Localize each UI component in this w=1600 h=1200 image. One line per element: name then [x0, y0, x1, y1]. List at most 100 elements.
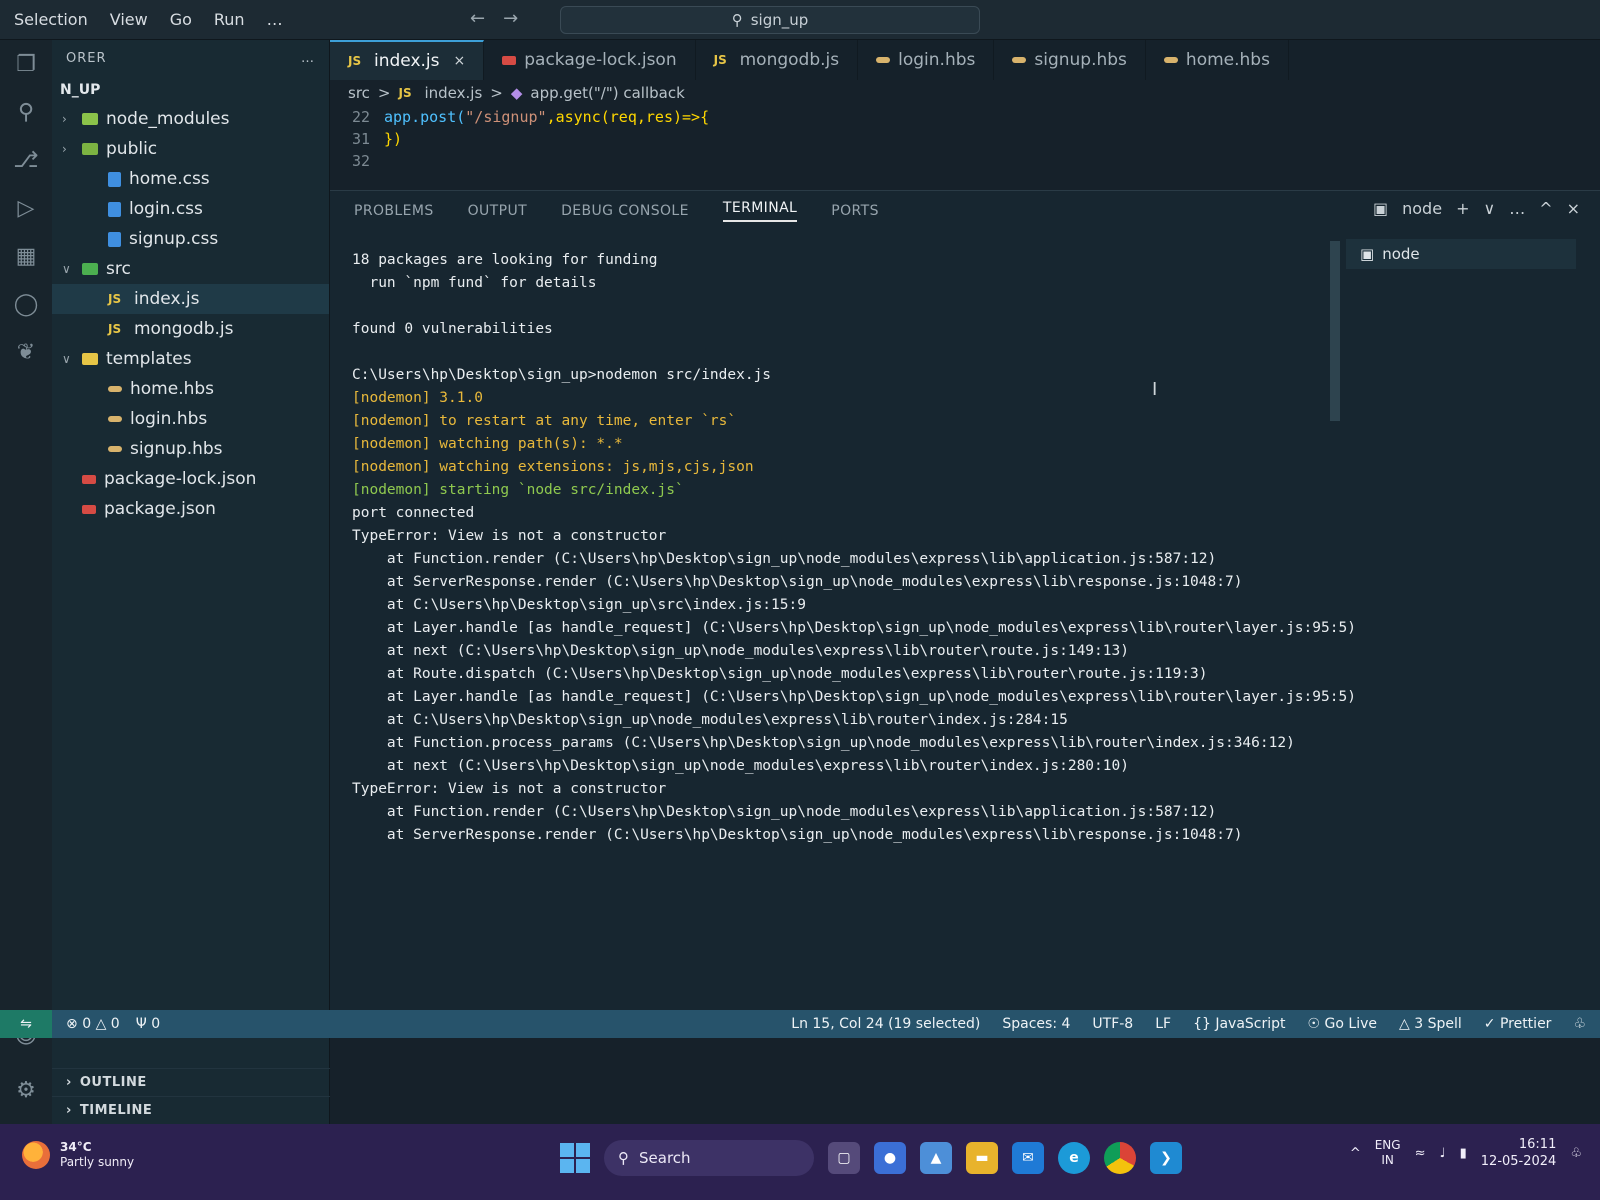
chrome-icon[interactable]: [1104, 1142, 1136, 1174]
tree-item[interactable]: ∨ src: [52, 254, 329, 284]
photos-icon[interactable]: ▲: [920, 1142, 952, 1174]
tab-output[interactable]: OUTPUT: [468, 203, 527, 219]
code-view[interactable]: 22 app.post( "/signup" ,async(req,res)=>…: [330, 106, 1600, 172]
prettier-indicator[interactable]: ✓ Prettier: [1484, 1016, 1552, 1032]
bell-icon[interactable]: ♧: [1573, 1016, 1586, 1032]
notification-bell-icon[interactable]: ♧: [1570, 1146, 1582, 1161]
edge-icon[interactable]: e: [1058, 1142, 1090, 1174]
run-debug-icon[interactable]: ▷: [0, 184, 52, 232]
weather-desc: Partly sunny: [60, 1155, 135, 1169]
menu-go[interactable]: Go: [170, 10, 192, 29]
tree-item[interactable]: package-lock.json: [52, 464, 329, 494]
close-icon[interactable]: ×: [454, 53, 466, 69]
go-live-button[interactable]: ☉ Go Live: [1308, 1016, 1377, 1032]
tree-item[interactable]: package.json: [52, 494, 329, 524]
tree-item[interactable]: login.css: [52, 194, 329, 224]
taskbar-search[interactable]: ⚲ Search: [604, 1140, 814, 1176]
language-mode[interactable]: {} JavaScript: [1193, 1016, 1285, 1032]
explorer-more-icon[interactable]: …: [301, 51, 315, 66]
terminal-output[interactable]: 18 packages are looking for funding run …: [352, 249, 1356, 847]
indentation[interactable]: Spaces: 4: [1002, 1016, 1070, 1032]
tab-problems[interactable]: PROBLEMS: [354, 203, 434, 219]
breadcrumb-symbol[interactable]: app.get("/") callback: [530, 84, 684, 102]
weather-widget[interactable]: 34°C Partly sunny: [22, 1140, 134, 1170]
tree-item[interactable]: ∨ templates: [52, 344, 329, 374]
cursor-position[interactable]: Ln 15, Col 24 (19 selected): [791, 1016, 980, 1032]
breadcrumb-src[interactable]: src: [348, 84, 370, 102]
encoding[interactable]: UTF-8: [1092, 1016, 1133, 1032]
tree-item-label: package-lock.json: [104, 469, 257, 489]
line-ending[interactable]: LF: [1155, 1016, 1171, 1032]
timeline-section[interactable]: › TIMELINE: [52, 1096, 330, 1124]
problems-indicator[interactable]: ⊗ 0 △ 0: [66, 1016, 120, 1032]
editor-tab[interactable]: JS mongodb.js: [696, 40, 859, 80]
file-explorer-icon[interactable]: ▬: [966, 1142, 998, 1174]
menu-run[interactable]: Run: [214, 10, 245, 29]
menu-selection[interactable]: Selection: [14, 10, 88, 29]
project-root[interactable]: N_UP: [52, 76, 329, 104]
prettier-label: Prettier: [1499, 1016, 1552, 1032]
command-center[interactable]: ⚲ sign_up: [560, 6, 980, 34]
explorer-sidebar: ORER … N_UP › node_modules › public home.css…: [52, 40, 330, 1124]
remote-indicator[interactable]: ⇋: [0, 1010, 52, 1038]
mongodb-leaf-icon[interactable]: ❦: [0, 328, 52, 376]
back-arrow-icon[interactable]: ←: [470, 8, 485, 29]
volume-icon[interactable]: ♩: [1439, 1146, 1445, 1161]
language-indicator[interactable]: ENG IN: [1375, 1138, 1401, 1168]
mail-icon[interactable]: ✉: [1012, 1142, 1044, 1174]
explorer-header: ORER …: [52, 40, 329, 76]
tab-ports[interactable]: PORTS: [831, 203, 879, 219]
terminal-name[interactable]: node: [1402, 199, 1442, 218]
task-view-icon[interactable]: ▢: [828, 1142, 860, 1174]
menu-more[interactable]: …: [267, 10, 283, 29]
tab-debug-console[interactable]: DEBUG CONSOLE: [561, 203, 689, 219]
tree-item[interactable]: signup.css: [52, 224, 329, 254]
forward-arrow-icon[interactable]: →: [503, 8, 518, 29]
tree-item[interactable]: › public: [52, 134, 329, 164]
remote-explorer-icon[interactable]: ◯: [0, 280, 52, 328]
outline-section[interactable]: › OUTLINE: [52, 1068, 330, 1096]
editor-tab[interactable]: signup.hbs: [994, 40, 1146, 80]
chevron-right-icon: ›: [66, 1075, 72, 1090]
extensions-icon[interactable]: ▦: [0, 232, 52, 280]
folder-icon: [82, 143, 98, 155]
new-terminal-button[interactable]: +: [1456, 199, 1469, 218]
wifi-icon[interactable]: ≈: [1415, 1146, 1426, 1161]
chevron-up-icon[interactable]: ^: [1350, 1146, 1361, 1161]
terminal-dropdown-button[interactable]: ∨: [1483, 199, 1495, 218]
partly-sunny-icon: [22, 1141, 50, 1169]
editor-tab[interactable]: package-lock.json: [484, 40, 696, 80]
terminal-line: TypeError: View is not a constructor: [352, 528, 667, 544]
windows-start-icon[interactable]: [560, 1143, 590, 1173]
maximize-panel-button[interactable]: ^: [1539, 199, 1552, 218]
editor-tab[interactable]: JS index.js ×: [330, 40, 485, 80]
editor-tab[interactable]: home.hbs: [1146, 40, 1289, 80]
terminal-instance-item[interactable]: ▣ node: [1346, 239, 1576, 269]
tree-item[interactable]: login.hbs: [52, 404, 329, 434]
tree-item[interactable]: home.css: [52, 164, 329, 194]
tree-item[interactable]: JS index.js: [52, 284, 329, 314]
ports-indicator[interactable]: Ψ 0: [136, 1016, 160, 1032]
clock[interactable]: 16:11 12-05-2024: [1481, 1136, 1557, 1170]
menu-view[interactable]: View: [110, 10, 148, 29]
source-control-icon[interactable]: ⎇: [0, 136, 52, 184]
gear-icon[interactable]: ⚙: [0, 1066, 52, 1114]
battery-icon[interactable]: ▮: [1460, 1146, 1467, 1161]
error-count: 0: [82, 1016, 92, 1032]
explorer-icon[interactable]: ❐: [0, 40, 52, 88]
panel-more-button[interactable]: …: [1509, 199, 1525, 218]
close-panel-button[interactable]: ×: [1567, 199, 1580, 218]
tree-item-label: mongodb.js: [134, 319, 234, 339]
breadcrumb-file[interactable]: index.js: [424, 84, 482, 102]
tree-item[interactable]: home.hbs: [52, 374, 329, 404]
tree-item[interactable]: JS mongodb.js: [52, 314, 329, 344]
tree-item[interactable]: › node_modules: [52, 104, 329, 134]
symbol-cube-icon: ◆: [510, 84, 523, 102]
vscode-icon[interactable]: ❯: [1150, 1142, 1182, 1174]
spell-indicator[interactable]: △ 3 Spell: [1399, 1016, 1462, 1032]
tab-terminal[interactable]: TERMINAL: [722, 200, 798, 222]
search-view-icon[interactable]: ⚲: [0, 88, 52, 136]
tree-item[interactable]: signup.hbs: [52, 434, 329, 464]
meet-icon[interactable]: ●: [874, 1142, 906, 1174]
editor-tab[interactable]: login.hbs: [858, 40, 995, 80]
